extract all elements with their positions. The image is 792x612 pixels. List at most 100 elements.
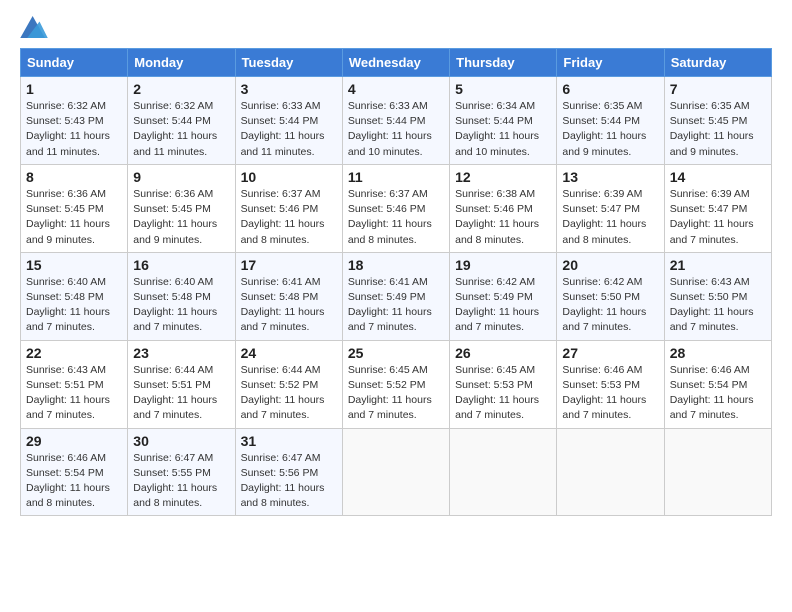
day-info: Sunrise: 6:47 AMSunset: 5:55 PMDaylight:… [133,451,229,512]
day-info: Sunrise: 6:41 AMSunset: 5:48 PMDaylight:… [241,275,337,336]
calendar-cell: 14 Sunrise: 6:39 AMSunset: 5:47 PMDayligh… [664,164,771,252]
day-info: Sunrise: 6:36 AMSunset: 5:45 PMDaylight:… [26,187,122,248]
calendar-cell: 9 Sunrise: 6:36 AMSunset: 5:45 PMDaylight… [128,164,235,252]
calendar-cell [342,428,449,516]
calendar-week-3: 15 Sunrise: 6:40 AMSunset: 5:48 PMDayligh… [21,252,772,340]
day-info: Sunrise: 6:37 AMSunset: 5:46 PMDaylight:… [241,187,337,248]
day-info: Sunrise: 6:43 AMSunset: 5:51 PMDaylight:… [26,363,122,424]
day-number: 18 [348,257,444,273]
day-number: 24 [241,345,337,361]
day-info: Sunrise: 6:36 AMSunset: 5:45 PMDaylight:… [133,187,229,248]
day-number: 19 [455,257,551,273]
day-info: Sunrise: 6:35 AMSunset: 5:45 PMDaylight:… [670,99,766,160]
day-info: Sunrise: 6:40 AMSunset: 5:48 PMDaylight:… [133,275,229,336]
calendar-cell: 20Sunrise: 6:42 AMSunset: 5:50 PMDayligh… [557,252,664,340]
day-number: 30 [133,433,229,449]
calendar-cell: 16 Sunrise: 6:40 AMSunset: 5:48 PMDayligh… [128,252,235,340]
day-number: 31 [241,433,337,449]
calendar-cell: 27 Sunrise: 6:46 AMSunset: 5:53 PMDayligh… [557,340,664,428]
calendar-cell: 17 Sunrise: 6:41 AMSunset: 5:48 PMDayligh… [235,252,342,340]
day-info: Sunrise: 6:40 AMSunset: 5:48 PMDaylight:… [26,275,122,336]
calendar-cell: 30 Sunrise: 6:47 AMSunset: 5:55 PMDayligh… [128,428,235,516]
day-info: Sunrise: 6:46 AMSunset: 5:54 PMDaylight:… [26,451,122,512]
day-info: Sunrise: 6:33 AMSunset: 5:44 PMDaylight:… [241,99,337,160]
weekday-header-wednesday: Wednesday [342,49,449,77]
calendar-cell [557,428,664,516]
calendar-cell: 28 Sunrise: 6:46 AMSunset: 5:54 PMDayligh… [664,340,771,428]
calendar-cell: 5 Sunrise: 6:34 AMSunset: 5:44 PMDaylight… [450,77,557,165]
calendar-week-1: 1Sunrise: 6:32 AMSunset: 5:43 PMDaylight… [21,77,772,165]
calendar-cell: 3 Sunrise: 6:33 AMSunset: 5:44 PMDaylight… [235,77,342,165]
day-number: 16 [133,257,229,273]
day-info: Sunrise: 6:32 AMSunset: 5:43 PMDaylight:… [26,99,122,160]
weekday-header-friday: Friday [557,49,664,77]
day-number: 5 [455,81,551,97]
day-info: Sunrise: 6:44 AMSunset: 5:52 PMDaylight:… [241,363,337,424]
calendar-cell: 8 Sunrise: 6:36 AMSunset: 5:45 PMDaylight… [21,164,128,252]
weekday-header-sunday: Sunday [21,49,128,77]
day-number: 11 [348,169,444,185]
day-number: 12 [455,169,551,185]
calendar-cell: 22 Sunrise: 6:43 AMSunset: 5:51 PMDayligh… [21,340,128,428]
weekday-header-monday: Monday [128,49,235,77]
calendar-cell: 25 Sunrise: 6:45 AMSunset: 5:52 PMDayligh… [342,340,449,428]
day-info: Sunrise: 6:41 AMSunset: 5:49 PMDaylight:… [348,275,444,336]
day-info: Sunrise: 6:46 AMSunset: 5:53 PMDaylight:… [562,363,658,424]
day-info: Sunrise: 6:34 AMSunset: 5:44 PMDaylight:… [455,99,551,160]
day-info: Sunrise: 6:43 AMSunset: 5:50 PMDaylight:… [670,275,766,336]
calendar-cell: 6Sunrise: 6:35 AMSunset: 5:44 PMDaylight… [557,77,664,165]
header [20,16,772,38]
calendar-header-row: SundayMondayTuesdayWednesdayThursdayFrid… [21,49,772,77]
calendar-cell: 18 Sunrise: 6:41 AMSunset: 5:49 PMDayligh… [342,252,449,340]
calendar-cell [664,428,771,516]
day-number: 14 [670,169,766,185]
day-info: Sunrise: 6:39 AMSunset: 5:47 PMDaylight:… [562,187,658,248]
weekday-header-tuesday: Tuesday [235,49,342,77]
day-info: Sunrise: 6:38 AMSunset: 5:46 PMDaylight:… [455,187,551,248]
day-number: 21 [670,257,766,273]
day-info: Sunrise: 6:32 AMSunset: 5:44 PMDaylight:… [133,99,229,160]
day-number: 28 [670,345,766,361]
weekday-header-saturday: Saturday [664,49,771,77]
calendar-cell: 15 Sunrise: 6:40 AMSunset: 5:48 PMDayligh… [21,252,128,340]
calendar-cell: 12 Sunrise: 6:38 AMSunset: 5:46 PMDayligh… [450,164,557,252]
calendar-cell: 19 Sunrise: 6:42 AMSunset: 5:49 PMDayligh… [450,252,557,340]
calendar-cell: 21 Sunrise: 6:43 AMSunset: 5:50 PMDayligh… [664,252,771,340]
day-number: 23 [133,345,229,361]
day-number: 8 [26,169,122,185]
day-number: 25 [348,345,444,361]
day-number: 3 [241,81,337,97]
day-info: Sunrise: 6:46 AMSunset: 5:54 PMDaylight:… [670,363,766,424]
day-number: 29 [26,433,122,449]
calendar-cell: 7Sunrise: 6:35 AMSunset: 5:45 PMDaylight… [664,77,771,165]
day-number: 2 [133,81,229,97]
day-info: Sunrise: 6:44 AMSunset: 5:51 PMDaylight:… [133,363,229,424]
calendar-week-4: 22 Sunrise: 6:43 AMSunset: 5:51 PMDayligh… [21,340,772,428]
day-number: 22 [26,345,122,361]
calendar-cell: 13Sunrise: 6:39 AMSunset: 5:47 PMDayligh… [557,164,664,252]
day-number: 17 [241,257,337,273]
day-number: 15 [26,257,122,273]
day-info: Sunrise: 6:45 AMSunset: 5:52 PMDaylight:… [348,363,444,424]
logo [20,16,50,38]
day-number: 10 [241,169,337,185]
calendar-cell: 1Sunrise: 6:32 AMSunset: 5:43 PMDaylight… [21,77,128,165]
day-number: 26 [455,345,551,361]
logo-icon [20,16,48,38]
weekday-header-thursday: Thursday [450,49,557,77]
day-info: Sunrise: 6:42 AMSunset: 5:50 PMDaylight:… [562,275,658,336]
calendar-cell: 10 Sunrise: 6:37 AMSunset: 5:46 PMDayligh… [235,164,342,252]
calendar-table: SundayMondayTuesdayWednesdayThursdayFrid… [20,48,772,516]
calendar-cell: 23 Sunrise: 6:44 AMSunset: 5:51 PMDayligh… [128,340,235,428]
calendar-cell: 31Sunrise: 6:47 AMSunset: 5:56 PMDayligh… [235,428,342,516]
day-number: 6 [562,81,658,97]
day-info: Sunrise: 6:42 AMSunset: 5:49 PMDaylight:… [455,275,551,336]
day-info: Sunrise: 6:37 AMSunset: 5:46 PMDaylight:… [348,187,444,248]
day-number: 4 [348,81,444,97]
calendar-cell: 24 Sunrise: 6:44 AMSunset: 5:52 PMDayligh… [235,340,342,428]
calendar-week-2: 8 Sunrise: 6:36 AMSunset: 5:45 PMDaylight… [21,164,772,252]
calendar-cell: 29 Sunrise: 6:46 AMSunset: 5:54 PMDayligh… [21,428,128,516]
day-number: 27 [562,345,658,361]
day-info: Sunrise: 6:39 AMSunset: 5:47 PMDaylight:… [670,187,766,248]
day-number: 9 [133,169,229,185]
